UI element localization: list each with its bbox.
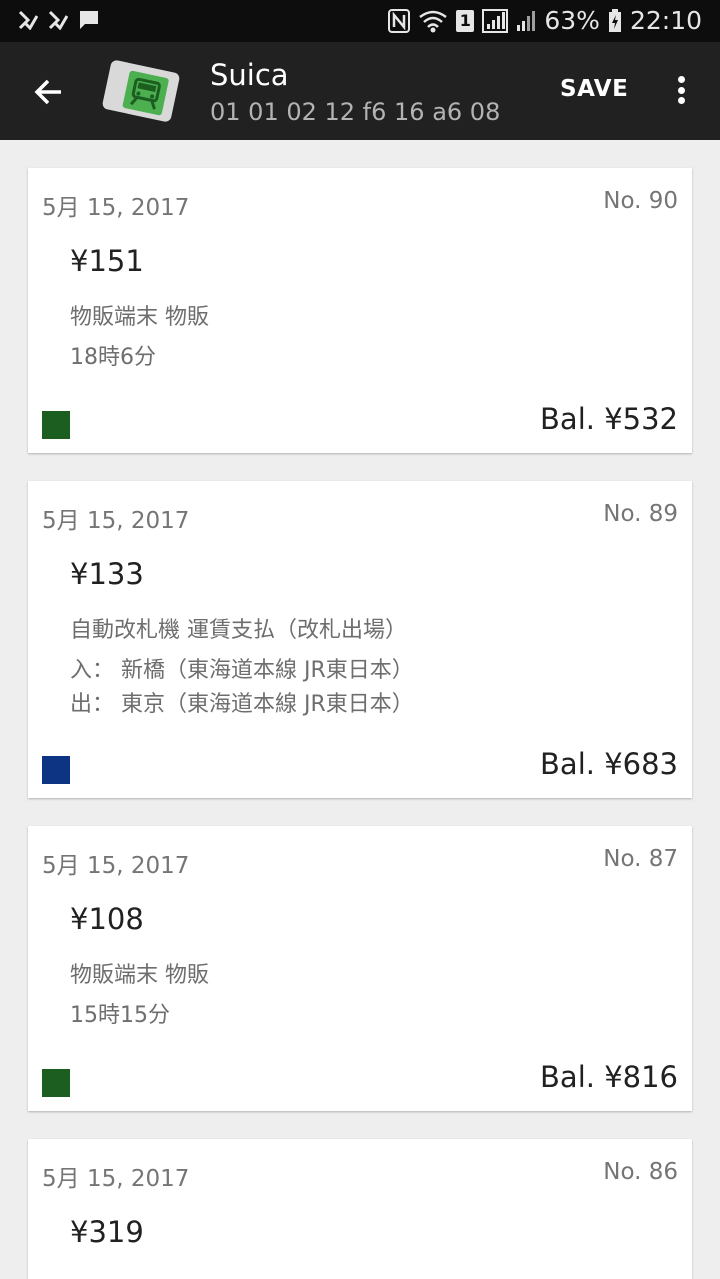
transaction-balance: Bal. ¥683 bbox=[540, 747, 678, 781]
transaction-detail-line: 自動改札機 運賃支払（改札出場） bbox=[70, 618, 407, 643]
transaction-card[interactable]: 5月 15, 2017 No. 87 ¥108 物販端末 物販 15時15分 B… bbox=[28, 826, 692, 1111]
card-title: Suica bbox=[210, 58, 289, 92]
transaction-card[interactable]: 5月 15, 2017 No. 90 ¥151 物販端末 物販 18時6分 Ba… bbox=[28, 168, 692, 453]
sim-badge: 1 bbox=[456, 9, 475, 32]
suica-card-icon bbox=[98, 56, 184, 126]
signal-icon bbox=[482, 8, 509, 33]
transaction-date: 5月 15, 2017 bbox=[42, 853, 190, 879]
transaction-list[interactable]: 5月 15, 2017 No. 90 ¥151 物販端末 物販 18時6分 Ba… bbox=[0, 140, 720, 1279]
transaction-date: 5月 15, 2017 bbox=[42, 195, 190, 221]
message-icon bbox=[78, 9, 100, 31]
entry-station: 入： 新橋（東海道本線 JR東日本） bbox=[70, 658, 414, 683]
transaction-details: 物販端末 物販 15時15分 bbox=[70, 959, 209, 1033]
signal-icon bbox=[516, 9, 536, 33]
transaction-date: 5月 15, 2017 bbox=[42, 508, 190, 534]
transaction-time: 15時15分 bbox=[70, 1003, 170, 1028]
battery-percent: 63% bbox=[544, 6, 600, 35]
back-button[interactable] bbox=[24, 67, 74, 117]
transaction-details: 物販端末 物販 18時6分 bbox=[70, 301, 209, 375]
exit-station: 出： 東京（東海道本線 JR東日本） bbox=[70, 692, 414, 717]
purchase-type-swatch bbox=[42, 1069, 70, 1097]
transaction-details: 自動改札機 運賃支払（改札出場） 入： 新橋（東海道本線 JR東日本） 出： 東… bbox=[70, 614, 414, 722]
transit-type-swatch bbox=[42, 756, 70, 784]
arrow-back-icon bbox=[34, 79, 61, 105]
more-options-icon[interactable] bbox=[666, 70, 696, 110]
transaction-balance: Bal. ¥816 bbox=[540, 1060, 678, 1094]
nfc-icon bbox=[388, 8, 411, 33]
battery-icon bbox=[608, 8, 622, 33]
transaction-number: No. 87 bbox=[603, 846, 678, 872]
transaction-amount: ¥108 bbox=[70, 902, 144, 936]
clock: 22:10 bbox=[629, 6, 702, 35]
transaction-number: No. 86 bbox=[603, 1159, 678, 1185]
transaction-time: 18時6分 bbox=[70, 345, 156, 370]
card-id: 01 01 02 12 f6 16 a6 08 bbox=[210, 98, 501, 126]
transaction-number: No. 89 bbox=[603, 501, 678, 527]
transaction-amount: ¥133 bbox=[70, 557, 144, 591]
transaction-card[interactable]: 5月 15, 2017 No. 86 ¥319 bbox=[28, 1139, 692, 1279]
app-bar: Suica 01 01 02 12 f6 16 a6 08 SAVE bbox=[0, 42, 720, 140]
transaction-detail-line: 物販端末 物販 bbox=[70, 963, 209, 988]
notification-check-icon bbox=[18, 10, 38, 30]
wifi-icon bbox=[418, 9, 448, 33]
transaction-number: No. 90 bbox=[603, 188, 678, 214]
transaction-amount: ¥151 bbox=[70, 244, 144, 278]
transaction-date: 5月 15, 2017 bbox=[42, 1166, 190, 1192]
transaction-detail-line: 物販端末 物販 bbox=[70, 305, 209, 330]
transaction-balance: Bal. ¥532 bbox=[540, 402, 678, 436]
purchase-type-swatch bbox=[42, 411, 70, 439]
save-button[interactable]: SAVE bbox=[560, 76, 628, 102]
notification-check-icon bbox=[48, 10, 68, 30]
transaction-amount: ¥319 bbox=[70, 1215, 144, 1249]
status-bar: 1 63% 22:10 bbox=[0, 0, 720, 42]
transaction-card[interactable]: 5月 15, 2017 No. 89 ¥133 自動改札機 運賃支払（改札出場）… bbox=[28, 481, 692, 798]
